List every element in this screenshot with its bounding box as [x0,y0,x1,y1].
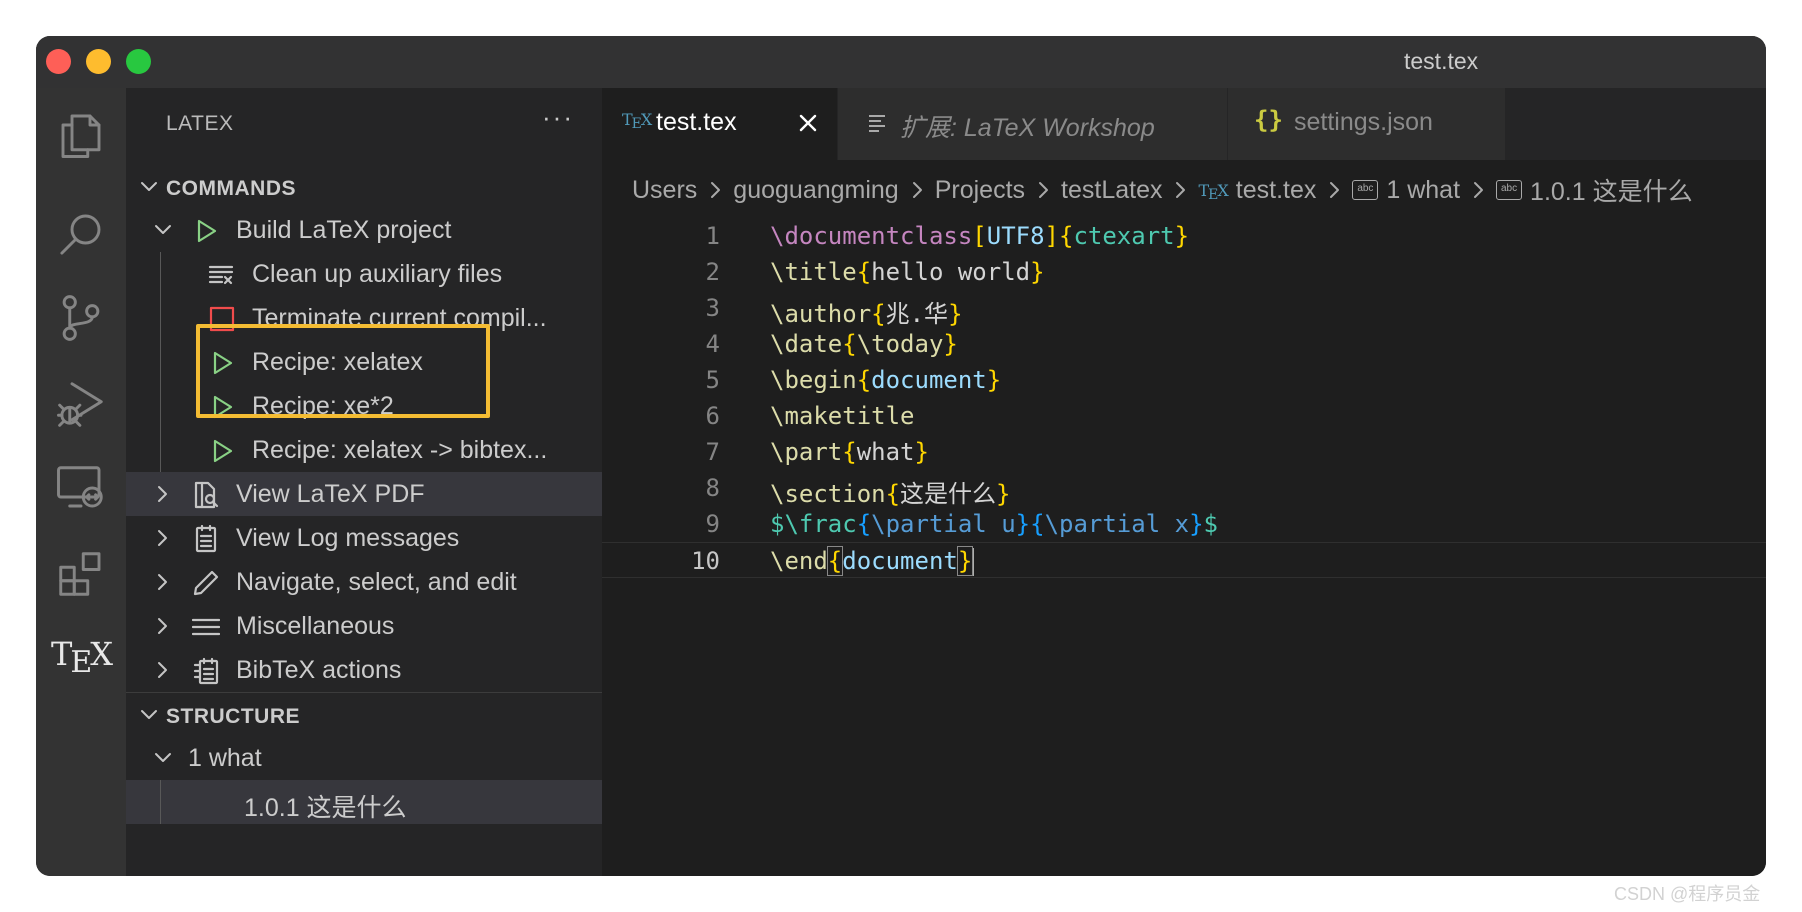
tree-item-view-latex-pdf[interactable]: View LaTeX PDF [126,472,602,516]
editor-area: TEX test.tex 扩展: LaTeX Workshop {} setti… [602,88,1766,876]
chevron-down-icon [148,743,178,780]
code-line-text: \section{这是什么} [770,480,1011,508]
explorer-icon[interactable] [51,104,111,164]
symbol-string-icon: abc [1496,180,1523,200]
latex-sidebar: LATEX ··· COMMANDS Build LaTeX project C… [126,88,602,876]
code-line-text: \author{兆.华} [770,300,963,328]
play-icon [208,437,236,465]
chevron-right-icon [905,178,929,202]
chevron-right-icon [1466,178,1490,202]
highlight-annotation [196,324,490,418]
chevron-right-icon [148,523,178,560]
chevron-right-icon [148,611,178,648]
code-line: 7 \part{what} [705,438,929,466]
tex-file-icon: TEX [622,110,652,132]
preview-icon [192,481,220,509]
code-line: 1 \documentclass[UTF8]{ctexart} [705,222,1190,250]
code-line-text: \documentclass[UTF8]{ctexart} [770,222,1190,250]
log-icon [192,524,220,553]
close-icon[interactable] [795,110,821,136]
chevron-down-icon [148,215,178,252]
chevron-right-icon [1031,178,1055,202]
code-line: 3 \author{兆.华} [705,294,963,328]
symbol-string-icon: abc [1352,180,1379,200]
breadcrumb-item[interactable]: testLatex [1061,176,1162,205]
breadcrumb: Users guoguangming Projects testLatex TE… [632,172,1693,208]
tab-latex-workshop[interactable]: 扩展: LaTeX Workshop [838,88,1228,160]
code-line-current: 10 \end{document} [602,542,1766,578]
tree-item-bibtex-actions[interactable]: BibTeX actions [126,648,602,692]
code-line: 2 \title{hello world} [705,258,1045,286]
breadcrumb-item[interactable]: test.tex [1236,176,1317,205]
tree-item-build-latex-project[interactable]: Build LaTeX project [126,208,602,252]
more-actions-icon[interactable]: ··· [542,102,574,133]
code-line-text: $\frac{\partial u}{\partial x}$ [770,510,1218,538]
chevron-right-icon [1322,178,1346,202]
tree-item-miscellaneous[interactable]: Miscellaneous [126,604,602,648]
chevron-right-icon [148,567,178,604]
breadcrumb-item[interactable]: 1 what [1386,176,1460,205]
chevron-down-icon [134,172,164,208]
tree-indent-guide [160,780,161,824]
tree-item-view-log-messages[interactable]: View Log messages [126,516,602,560]
section-divider [126,692,602,693]
edit-icon [192,569,220,597]
search-icon[interactable] [51,204,111,264]
code-line: 6 \maketitle [705,402,915,430]
close-window-button[interactable] [46,49,71,74]
chevron-right-icon [148,655,178,692]
tree-item-clean-up[interactable]: Clean up auxiliary files [126,252,602,296]
code-line-text: \maketitle [770,402,915,430]
json-icon: {} [1254,106,1283,134]
code-line-text: \end{document} [770,546,975,576]
structure-item-subsection[interactable]: 1.0.1 这是什么 [126,780,602,824]
remote-explorer-icon[interactable] [51,458,111,518]
code-line: 4 \date{\today} [705,330,958,358]
title-bar: test.tex [36,36,1766,88]
activity-bar: TEX [36,88,126,876]
structure-section-header[interactable]: STRUCTURE [126,696,602,736]
code-line: 5 \begin{document} [705,366,1002,394]
clear-all-icon [208,261,236,289]
code-line-text: \part{what} [770,438,929,466]
tab-settings-json[interactable]: {} settings.json [1228,88,1506,160]
list-icon [191,613,221,641]
sidebar-title: LATEX [166,112,234,135]
code-line-text: \title{hello world} [770,258,1045,286]
chevron-right-icon [1168,178,1192,202]
chevron-right-icon [148,479,178,516]
commands-section-header[interactable]: COMMANDS [126,168,602,208]
breadcrumb-item[interactable]: Users [632,176,697,205]
run-debug-icon[interactable] [51,374,111,434]
source-control-icon[interactable] [51,288,111,348]
code-line: 8 \section{这是什么} [705,474,1011,508]
code-line-text: \date{\today} [770,330,958,358]
structure-item-part[interactable]: 1 what [126,736,602,780]
tab-test-tex[interactable]: TEX test.tex [602,88,838,160]
zoom-window-button[interactable] [126,49,151,74]
tex-file-icon: TEX [1198,180,1228,203]
minimize-window-button[interactable] [86,49,111,74]
breadcrumb-item[interactable]: Projects [935,176,1025,205]
chevron-down-icon [134,700,164,736]
breadcrumb-item[interactable]: guoguangming [733,176,898,205]
tree-item-navigate-select-edit[interactable]: Navigate, select, and edit [126,560,602,604]
text-cursor [972,548,975,576]
play-icon [192,217,220,245]
code-line-text: \begin{document} [770,366,1002,394]
breadcrumb-item[interactable]: 1.0.1 这是什么 [1530,172,1693,208]
preview-lines-icon [866,112,888,141]
tab-bar: TEX test.tex 扩展: LaTeX Workshop {} setti… [602,88,1766,160]
chevron-right-icon [703,178,727,202]
tex-icon[interactable]: TEX [51,624,113,684]
watermark: CSDN @程序员金 [1614,884,1761,904]
window-title: test.tex [1404,48,1479,74]
extensions-icon[interactable] [51,544,111,604]
tree-item-recipe-xelatex-bibtex[interactable]: Recipe: xelatex -> bibtex... [126,428,602,472]
code-line: 9 $\frac{\partial u}{\partial x}$ [705,510,1218,538]
vscode-window: test.tex TEX LATEX ··· COMMANDS Build La… [36,36,1766,876]
bibtex-icon [192,657,220,685]
